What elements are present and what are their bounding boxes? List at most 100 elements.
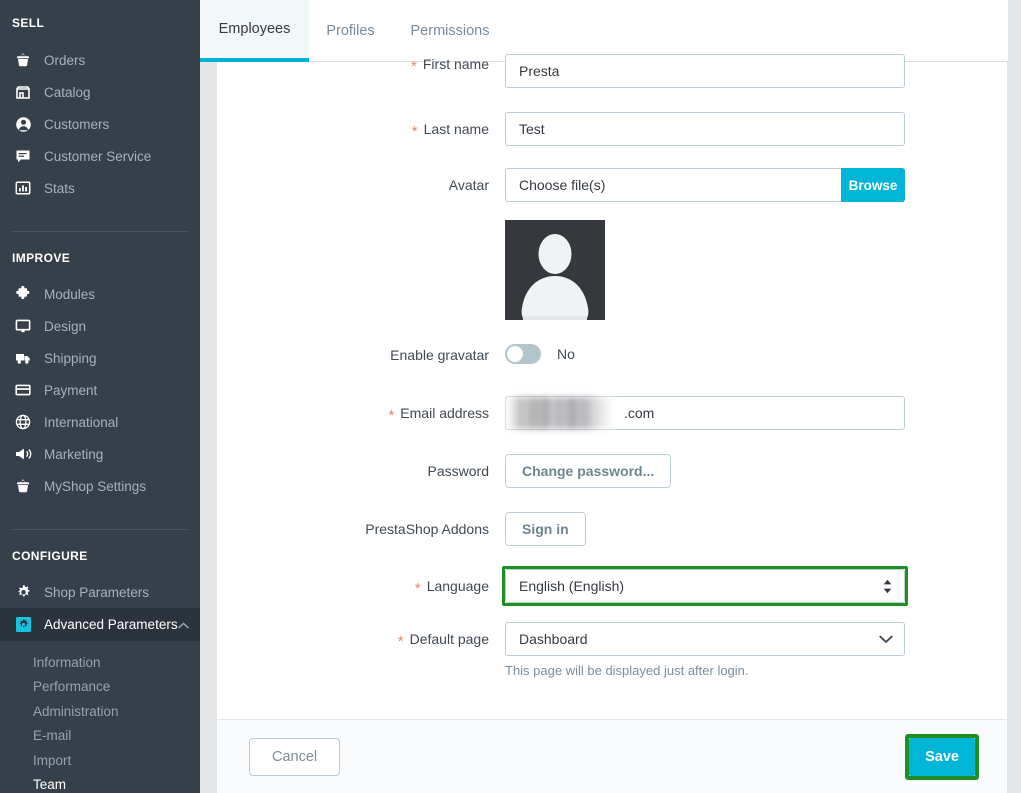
sidebar-item-orders[interactable]: Orders bbox=[0, 44, 200, 76]
avatar-control: Browse bbox=[505, 168, 905, 202]
cancel-button[interactable]: Cancel bbox=[249, 737, 341, 776]
sidebar-item-label: Catalog bbox=[44, 84, 91, 100]
sidebar-item-label: Orders bbox=[44, 52, 86, 68]
last-name-control bbox=[505, 112, 905, 146]
form-footer: Cancel Save bbox=[217, 719, 1007, 793]
save-button[interactable]: Save bbox=[909, 737, 975, 776]
sidebar-item-label: Design bbox=[44, 318, 87, 334]
field-row-avatar-preview bbox=[217, 220, 1007, 320]
sidebar-item-myshop-settings[interactable]: MyShop Settings bbox=[0, 470, 200, 502]
employee-form: * First name * Last name bbox=[217, 54, 1007, 719]
language-select[interactable]: English (English) bbox=[505, 569, 905, 603]
page-right-margin bbox=[1008, 0, 1021, 793]
email-control bbox=[505, 396, 905, 430]
sidebar-item-shop-parameters[interactable]: Shop Parameters bbox=[0, 576, 200, 608]
sidebar-section-heading-configure: CONFIGURE bbox=[12, 549, 88, 563]
field-row-addons: PrestaShop Addons Sign in bbox=[217, 512, 1007, 546]
default-page-select-wrap: Dashboard bbox=[505, 622, 905, 656]
first-name-control bbox=[505, 54, 905, 88]
browse-button[interactable]: Browse bbox=[841, 168, 905, 202]
change-password-button[interactable]: Change password... bbox=[505, 454, 672, 488]
gear-cyan-icon bbox=[12, 614, 34, 636]
user-silhouette-icon bbox=[505, 220, 605, 320]
sidebar-item-label: Customers bbox=[44, 116, 110, 132]
default-page-control: Dashboard This page will be displayed ju… bbox=[505, 622, 905, 678]
gravatar-toggle[interactable] bbox=[505, 344, 541, 364]
avatar-preview bbox=[505, 220, 605, 320]
field-row-default-page: * Default page Dashboard This page will … bbox=[217, 622, 1007, 678]
avatar-preview-control bbox=[505, 220, 605, 320]
tab-profiles[interactable]: Profiles bbox=[309, 0, 392, 62]
sidebar-content-gap bbox=[200, 0, 216, 793]
field-row-avatar: Avatar Browse bbox=[217, 168, 1007, 202]
required-asterisk: * bbox=[414, 579, 421, 597]
field-row-gravatar: Enable gravatar No bbox=[217, 344, 1007, 366]
truck-icon bbox=[12, 347, 34, 369]
default-page-help-text: This page will be displayed just after l… bbox=[505, 663, 749, 678]
bar-chart-icon bbox=[12, 177, 34, 199]
avatar-file-picker: Browse bbox=[505, 168, 905, 202]
sidebar-item-shipping[interactable]: Shipping bbox=[0, 342, 200, 374]
sidebar-subitem-performance[interactable]: Performance bbox=[0, 674, 200, 699]
gravatar-control: No bbox=[505, 344, 575, 364]
sidebar-item-label: Shop Parameters bbox=[44, 584, 150, 600]
language-label: * Language bbox=[414, 578, 489, 597]
toggle-knob bbox=[507, 346, 523, 362]
sidebar-item-label: MyShop Settings bbox=[44, 478, 147, 494]
email-label: * Email address bbox=[388, 405, 489, 424]
tab-permissions[interactable]: Permissions bbox=[392, 0, 508, 62]
sidebar-item-advanced-parameters[interactable]: Advanced Parameters bbox=[0, 608, 200, 641]
last-name-label: * Last name bbox=[411, 121, 489, 140]
sidebar-subitem-administration[interactable]: Administration bbox=[0, 699, 200, 724]
avatar-label: Avatar bbox=[448, 177, 489, 193]
sidebar-item-label: Shipping bbox=[44, 350, 97, 366]
sidebar-subitem-email[interactable]: E-mail bbox=[0, 723, 200, 748]
language-control: English (English) bbox=[502, 566, 908, 606]
tab-bar: Employees Profiles Permissions bbox=[200, 0, 1008, 62]
save-button-wrap: Save bbox=[905, 733, 979, 780]
sidebar-divider-1 bbox=[12, 231, 188, 232]
default-page-select[interactable]: Dashboard bbox=[505, 622, 905, 656]
required-asterisk: * bbox=[388, 406, 395, 424]
addons-control: Sign in bbox=[505, 512, 586, 546]
sidebar-subitem-information[interactable]: Information bbox=[0, 650, 200, 675]
sidebar-item-label: Payment bbox=[44, 382, 98, 398]
store-icon bbox=[12, 81, 34, 103]
field-row-password: Password Change password... bbox=[217, 454, 1007, 488]
addons-signin-button[interactable]: Sign in bbox=[505, 512, 586, 546]
field-row-first-name: * First name bbox=[217, 54, 1007, 88]
globe-icon bbox=[12, 411, 34, 433]
sidebar-subitem-import[interactable]: Import bbox=[0, 748, 200, 773]
field-row-language: * Language English (English) bbox=[217, 566, 1007, 606]
last-name-input[interactable] bbox=[505, 112, 905, 146]
sidebar-item-customers[interactable]: Customers bbox=[0, 108, 200, 140]
chat-icon bbox=[12, 145, 34, 167]
monitor-icon bbox=[12, 315, 34, 337]
sidebar-item-design[interactable]: Design bbox=[0, 310, 200, 342]
password-label: Password bbox=[427, 463, 489, 479]
sidebar-item-catalog[interactable]: Catalog bbox=[0, 76, 200, 108]
person-circle-icon bbox=[12, 113, 34, 135]
sidebar-item-label: Stats bbox=[44, 180, 75, 196]
megaphone-icon bbox=[12, 443, 34, 465]
chevron-up-icon bbox=[177, 617, 189, 632]
required-asterisk: * bbox=[411, 57, 417, 75]
field-row-email: * Email address bbox=[217, 396, 1007, 430]
sidebar-item-customer-service[interactable]: Customer Service bbox=[0, 140, 200, 172]
required-asterisk: * bbox=[411, 122, 418, 140]
first-name-label: * First name bbox=[411, 56, 489, 75]
sidebar-item-modules[interactable]: Modules bbox=[0, 278, 200, 310]
first-name-input[interactable] bbox=[505, 54, 905, 88]
basket-icon bbox=[12, 49, 34, 71]
sidebar-item-label: Customer Service bbox=[44, 148, 152, 164]
tab-employees[interactable]: Employees bbox=[200, 0, 309, 62]
sidebar-item-marketing[interactable]: Marketing bbox=[0, 438, 200, 470]
sidebar-divider-2 bbox=[12, 529, 188, 530]
sidebar-item-label: Modules bbox=[44, 286, 96, 302]
sidebar-item-payment[interactable]: Payment bbox=[0, 374, 200, 406]
sidebar-item-label: Advanced Parameters bbox=[44, 617, 178, 632]
sidebar-item-stats[interactable]: Stats bbox=[0, 172, 200, 204]
gear-icon bbox=[12, 581, 34, 603]
sidebar-subitem-team[interactable]: Team bbox=[0, 772, 200, 793]
sidebar-item-international[interactable]: International bbox=[0, 406, 200, 438]
